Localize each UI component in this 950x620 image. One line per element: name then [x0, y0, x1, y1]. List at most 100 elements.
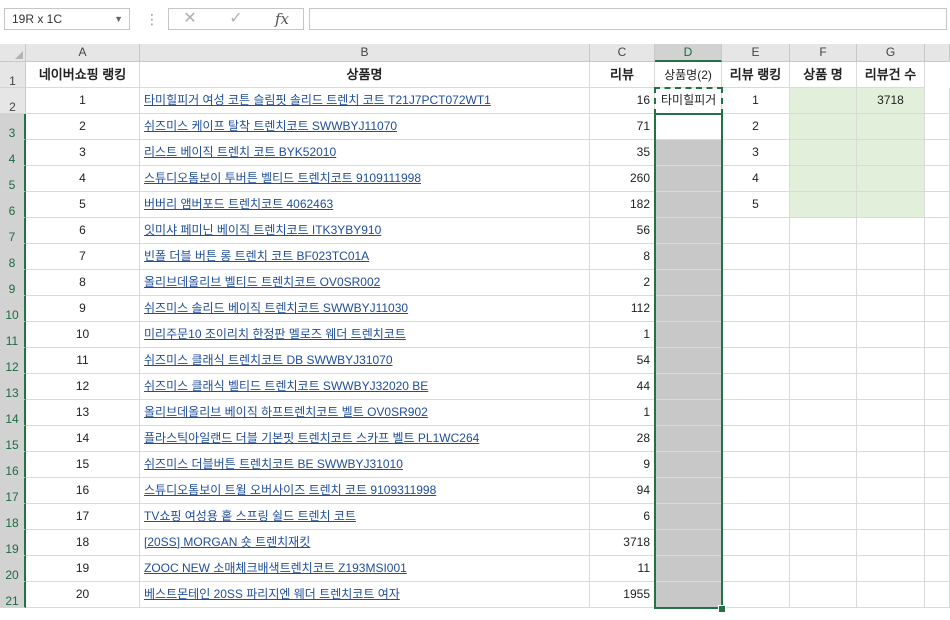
- empty-cell[interactable]: [857, 400, 925, 426]
- empty-cell[interactable]: [857, 270, 925, 296]
- product-link-cell[interactable]: 올리브데올리브 벨티드 트렌치코트 OV0SR002: [140, 270, 590, 296]
- product-link-cell[interactable]: 버버리 앰버포드 트렌치코트 4062463: [140, 192, 590, 218]
- product-link-cell[interactable]: 베스트몬테인 20SS 파리지엔 웨더 트렌치코트 여자: [140, 582, 590, 608]
- empty-cell[interactable]: [722, 556, 790, 582]
- review-count-cell[interactable]: 54: [590, 348, 655, 374]
- product-link-cell[interactable]: 올리브데올리브 베이직 하프트렌치코트 벨트 OV0SR902: [140, 400, 590, 426]
- row-header[interactable]: 19: [0, 530, 26, 556]
- review-rank-cell[interactable]: 5: [722, 192, 790, 218]
- rank-cell[interactable]: 18: [26, 530, 140, 556]
- empty-cell[interactable]: [857, 556, 925, 582]
- row-header[interactable]: 13: [0, 374, 26, 400]
- product-link-cell[interactable]: 빈폴 더블 버튼 롱 트렌치 코트 BF023TC01A: [140, 244, 590, 270]
- review-count-cell[interactable]: 3718: [590, 530, 655, 556]
- product-link-cell[interactable]: 잇미샤 페미닌 베이직 트렌치코트 ITK3YBY910: [140, 218, 590, 244]
- empty-cell[interactable]: [655, 322, 722, 348]
- product-link-cell[interactable]: 타미힐피거 여성 코튼 슬림핏 솔리드 트렌치 코트 T21J7PCT072WT…: [140, 88, 590, 114]
- review-count-cell[interactable]: 9: [590, 452, 655, 478]
- top-product-name-cell[interactable]: [790, 88, 857, 114]
- top-product-name-cell[interactable]: [790, 166, 857, 192]
- review-count-cell[interactable]: 11: [590, 556, 655, 582]
- product-link[interactable]: 쉬즈미스 더블버튼 트렌치코트 BE SWWBYJ31010: [144, 457, 403, 471]
- row-header[interactable]: 9: [0, 270, 26, 296]
- empty-cell[interactable]: [722, 218, 790, 244]
- row-header[interactable]: 2: [0, 88, 26, 114]
- rank-cell[interactable]: 3: [26, 140, 140, 166]
- formula-input[interactable]: [309, 8, 947, 30]
- header-cell-c[interactable]: 리뷰: [590, 62, 655, 88]
- empty-cell[interactable]: [655, 556, 722, 582]
- empty-cell[interactable]: [722, 452, 790, 478]
- top-product-name-cell[interactable]: [790, 114, 857, 140]
- empty-cell[interactable]: [655, 114, 722, 140]
- empty-cell[interactable]: [655, 348, 722, 374]
- empty-cell[interactable]: [655, 192, 722, 218]
- row-header[interactable]: 12: [0, 348, 26, 374]
- product-link-cell[interactable]: 쉬즈미스 솔리드 베이직 트렌치코트 SWWBYJ11030: [140, 296, 590, 322]
- product-link-cell[interactable]: 리스트 베이직 트렌치 코트 BYK52010: [140, 140, 590, 166]
- empty-cell[interactable]: [790, 530, 857, 556]
- product-link-cell[interactable]: 쉬즈미스 클래식 트렌치코트 DB SWWBYJ31070: [140, 348, 590, 374]
- empty-cell[interactable]: [790, 348, 857, 374]
- empty-cell[interactable]: [925, 426, 950, 452]
- enter-icon[interactable]: ✓: [219, 9, 253, 29]
- empty-cell[interactable]: [925, 166, 950, 192]
- empty-cell[interactable]: [925, 88, 950, 114]
- product-link[interactable]: 잇미샤 페미닌 베이직 트렌치코트 ITK3YBY910: [144, 223, 381, 237]
- empty-cell[interactable]: [925, 530, 950, 556]
- row-header[interactable]: 7: [0, 218, 26, 244]
- empty-cell[interactable]: [925, 504, 950, 530]
- review-rank-cell[interactable]: 3: [722, 140, 790, 166]
- empty-cell[interactable]: [655, 140, 722, 166]
- empty-cell[interactable]: [655, 166, 722, 192]
- column-header-b[interactable]: B: [140, 44, 590, 62]
- column-header-e[interactable]: E: [722, 44, 790, 62]
- empty-cell[interactable]: [790, 504, 857, 530]
- empty-cell[interactable]: [790, 556, 857, 582]
- empty-cell[interactable]: [857, 530, 925, 556]
- empty-cell[interactable]: [857, 374, 925, 400]
- empty-cell[interactable]: [790, 582, 857, 608]
- product-link[interactable]: 빈폴 더블 버튼 롱 트렌치 코트 BF023TC01A: [144, 249, 369, 263]
- product-link[interactable]: 플라스틱아일랜드 더블 기본핏 트렌치코트 스카프 벨트 PL1WC264: [144, 431, 479, 445]
- review-count-cell[interactable]: 8: [590, 244, 655, 270]
- row-header[interactable]: 11: [0, 322, 26, 348]
- empty-cell[interactable]: [722, 270, 790, 296]
- review-count-cell[interactable]: 28: [590, 426, 655, 452]
- product-link-cell[interactable]: 미리주문10 조이리치 한정판 멜로즈 웨더 트렌치코트: [140, 322, 590, 348]
- empty-cell[interactable]: [857, 504, 925, 530]
- rank-cell[interactable]: 7: [26, 244, 140, 270]
- review-count-cell[interactable]: 1: [590, 400, 655, 426]
- rank-cell[interactable]: 17: [26, 504, 140, 530]
- review-count-cell[interactable]: 71: [590, 114, 655, 140]
- row-header[interactable]: 8: [0, 244, 26, 270]
- product-link[interactable]: 쉬즈미스 솔리드 베이직 트렌치코트 SWWBYJ11030: [144, 301, 408, 315]
- product-name-2-cell[interactable]: 타미힐피거: [655, 88, 722, 114]
- product-link[interactable]: 타미힐피거 여성 코튼 슬림핏 솔리드 트렌치 코트 T21J7PCT072WT…: [144, 93, 491, 107]
- empty-cell[interactable]: [655, 218, 722, 244]
- row-header[interactable]: 6: [0, 192, 26, 218]
- empty-cell[interactable]: [790, 322, 857, 348]
- empty-cell[interactable]: [655, 400, 722, 426]
- empty-cell[interactable]: [655, 426, 722, 452]
- empty-cell[interactable]: [722, 244, 790, 270]
- review-rank-cell[interactable]: 2: [722, 114, 790, 140]
- fill-handle[interactable]: [718, 605, 726, 613]
- row-header[interactable]: 5: [0, 166, 26, 192]
- empty-cell[interactable]: [655, 452, 722, 478]
- product-link[interactable]: 스튜디오톰보이 트윌 오버사이즈 트렌치 코트 9109311998: [144, 483, 436, 497]
- empty-cell[interactable]: [655, 296, 722, 322]
- rank-cell[interactable]: 5: [26, 192, 140, 218]
- product-link-cell[interactable]: 플라스틱아일랜드 더블 기본핏 트렌치코트 스카프 벨트 PL1WC264: [140, 426, 590, 452]
- product-link[interactable]: 올리브데올리브 벨티드 트렌치코트 OV0SR002: [144, 275, 380, 289]
- empty-cell[interactable]: [925, 556, 950, 582]
- empty-cell[interactable]: [925, 140, 950, 166]
- product-link[interactable]: 리스트 베이직 트렌치 코트 BYK52010: [144, 145, 336, 159]
- row-header[interactable]: 14: [0, 400, 26, 426]
- header-cell-d[interactable]: 상품명(2): [655, 62, 722, 88]
- row-header[interactable]: 4: [0, 140, 26, 166]
- rank-cell[interactable]: 4: [26, 166, 140, 192]
- column-header-g[interactable]: G: [857, 44, 925, 62]
- product-link[interactable]: [20SS] MORGAN 숏 트렌치재킷: [144, 535, 310, 549]
- column-header-d[interactable]: D: [655, 44, 722, 62]
